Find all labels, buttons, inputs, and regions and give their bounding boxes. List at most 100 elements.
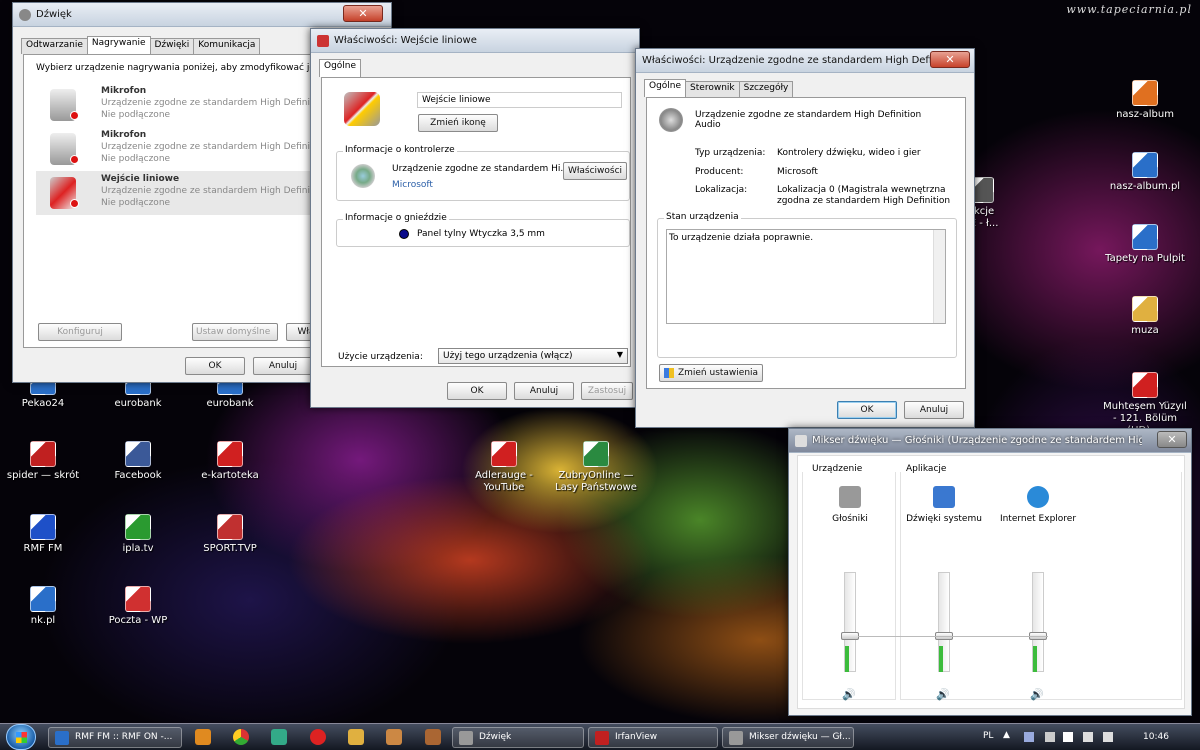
network-icon[interactable]	[1083, 732, 1093, 742]
desktop-icon[interactable]: Poczta - WP	[95, 586, 181, 627]
jack-value: Panel tylny Wtyczka 3,5 mm	[417, 229, 545, 239]
volume-slider-thumb[interactable]	[841, 632, 859, 640]
line-in-title: Właściwości: Wejście liniowe	[334, 35, 477, 46]
device-list-item[interactable]: Mikrofon Urządzenie zgodne ze standardem …	[36, 127, 336, 171]
messenger-icon[interactable]	[271, 729, 287, 745]
device-name-field[interactable]: Wejście liniowe	[417, 92, 622, 108]
change-icon-button[interactable]: Zmień ikonę	[418, 114, 498, 132]
usage-select[interactable]: Użyj tego urządzenia (włącz) ▼	[438, 348, 628, 364]
shield-icon	[664, 368, 674, 378]
location-label: Lokalizacja:	[695, 185, 748, 195]
volume-icon[interactable]	[1103, 732, 1113, 742]
windows-flag-icon[interactable]	[1063, 732, 1073, 742]
device-name: Mikrofon	[101, 130, 147, 140]
tab-details[interactable]: Szczegóły	[738, 81, 794, 97]
tab-communications[interactable]: Komunikacja	[193, 38, 261, 54]
controller-vendor: Microsoft	[392, 180, 433, 190]
desktop-icon[interactable]: RMF FM	[0, 514, 86, 555]
device-list-item[interactable]: Wejście liniowe Urządzenie zgodne ze stan…	[36, 171, 336, 215]
close-button[interactable]: ✕	[1157, 431, 1187, 448]
desktop-icon[interactable]: spider — skrót	[0, 441, 86, 482]
desktop-icon-label: SPORT.TVP	[203, 543, 257, 554]
explorer-folder-icon[interactable]	[348, 729, 364, 745]
disconnected-status-icon	[70, 111, 79, 120]
cable-icon	[317, 34, 329, 47]
desktop-icon[interactable]: Adlerauge - YouTube	[461, 441, 547, 494]
controller-properties-button[interactable]: Właściwości	[563, 162, 627, 180]
apply-button[interactable]: Zastosuj	[581, 382, 633, 400]
chrome-icon[interactable]	[233, 729, 249, 745]
jack-info-label: Informacje o gnieździe	[343, 213, 449, 223]
cancel-button[interactable]: Anuluj	[904, 401, 964, 419]
hd-title: Właściwości: Urządzenie zgodne ze standa…	[642, 55, 932, 66]
taskbar-button[interactable]: IrfanView	[588, 727, 718, 748]
wallpaper-watermark: www.tapeciarnia.pl	[1066, 3, 1192, 16]
tray-arrow-icon[interactable]: ▲	[1003, 730, 1010, 740]
desktop-icon[interactable]: nasz-album	[1102, 80, 1188, 121]
tray-icon[interactable]	[1024, 732, 1034, 742]
tool-icon[interactable]	[386, 729, 402, 745]
speaker-device-icon	[659, 108, 683, 132]
vendor-label: Producent:	[695, 167, 744, 177]
mute-speaker-icon[interactable]: 🔊	[1030, 688, 1044, 701]
cancel-button[interactable]: Anuluj	[514, 382, 574, 400]
desktop-icon-label: spider — skrót	[6, 470, 80, 481]
tab-recording[interactable]: Nagrywanie	[86, 36, 151, 54]
scrollbar[interactable]	[933, 230, 945, 323]
sound-window-titlebar[interactable]: Dźwięk	[13, 3, 391, 27]
clock[interactable]: 10:46	[1143, 732, 1169, 742]
opera-icon[interactable]	[310, 729, 326, 745]
ok-button[interactable]: OK	[185, 357, 245, 375]
desktop-icon[interactable]: ZubryOnline — Lasy Państwowe	[553, 441, 639, 494]
desktop-icon[interactable]: muza	[1102, 296, 1188, 337]
hd-titlebar[interactable]: Właściwości: Urządzenie zgodne ze standa…	[636, 49, 974, 73]
desktop-icon[interactable]: Facebook	[95, 441, 181, 482]
set-default-button[interactable]: Ustaw domyślne	[192, 323, 278, 341]
mixer-titlebar[interactable]: Mikser dźwięku — Głośniki (Urządzenie zg…	[789, 429, 1191, 453]
tab-sounds[interactable]: Dźwięki	[149, 38, 195, 54]
device-list-item[interactable]: Mikrofon Urządzenie zgodne ze standardem …	[36, 83, 336, 127]
start-button[interactable]	[6, 724, 36, 750]
line-in-titlebar[interactable]: Właściwości: Wejście liniowe	[311, 29, 639, 53]
action-center-icon[interactable]	[1045, 732, 1055, 742]
desktop-icon[interactable]: ipla.tv	[95, 514, 181, 555]
close-button[interactable]: ✕	[343, 5, 383, 22]
change-settings-button[interactable]: Zmień ustawienia	[659, 364, 763, 382]
app-icon	[729, 731, 743, 745]
tab-driver[interactable]: Sterownik	[685, 81, 740, 97]
mute-speaker-icon[interactable]: 🔊	[842, 688, 856, 701]
desktop-icon-label: Poczta - WP	[108, 615, 168, 626]
ok-button[interactable]: OK	[447, 382, 507, 400]
game-icon[interactable]	[425, 729, 441, 745]
language-indicator[interactable]: PL	[983, 731, 993, 741]
device-status-textbox[interactable]: To urządzenie działa poprawnie.	[666, 229, 946, 324]
mute-speaker-icon[interactable]: 🔊	[936, 688, 950, 701]
shortcut-icon	[1132, 372, 1158, 398]
desktop-icon-label: nasz-album	[1116, 109, 1174, 120]
shortcut-icon	[1132, 296, 1158, 322]
desktop-icon[interactable]: nasz-album.pl	[1102, 152, 1188, 193]
desktop-icon-label: RMF FM	[23, 543, 63, 554]
device-name: Urządzenie zgodne ze standardem High Def…	[695, 110, 922, 120]
media-player-icon[interactable]	[195, 729, 211, 745]
ok-button[interactable]: OK	[837, 401, 897, 419]
tab-playback[interactable]: Odtwarzanie	[21, 38, 88, 54]
cancel-button[interactable]: Anuluj	[253, 357, 313, 375]
desktop-icon[interactable]: SPORT.TVP	[187, 514, 273, 555]
shortcut-icon	[1132, 224, 1158, 250]
taskbar-button[interactable]: Mikser dźwięku — Gł...	[722, 727, 854, 748]
desktop-icon[interactable]: nk.pl	[0, 586, 86, 627]
tab-general[interactable]: Ogólne	[644, 79, 687, 97]
windows-logo-icon	[16, 732, 27, 743]
desktop-icon-label: Adlerauge - YouTube	[475, 470, 533, 493]
taskbar-button[interactable]: Dźwięk	[452, 727, 584, 748]
taskbar-button[interactable]: RMF FM :: RMF ON -...	[48, 727, 182, 748]
desktop-icon[interactable]: Tapety na Pulpit	[1102, 224, 1188, 265]
desktop-icon[interactable]: e-kartoteka	[187, 441, 273, 482]
shortcut-icon	[491, 441, 517, 467]
volume-mixer-window: Mikser dźwięku — Głośniki (Urządzenie zg…	[788, 428, 1192, 716]
close-button[interactable]: ✕	[930, 51, 970, 68]
configure-button[interactable]: Konfiguruj	[38, 323, 122, 341]
desktop-icon-label: Pekao24	[21, 398, 65, 409]
tab-general[interactable]: Ogólne	[319, 59, 362, 77]
